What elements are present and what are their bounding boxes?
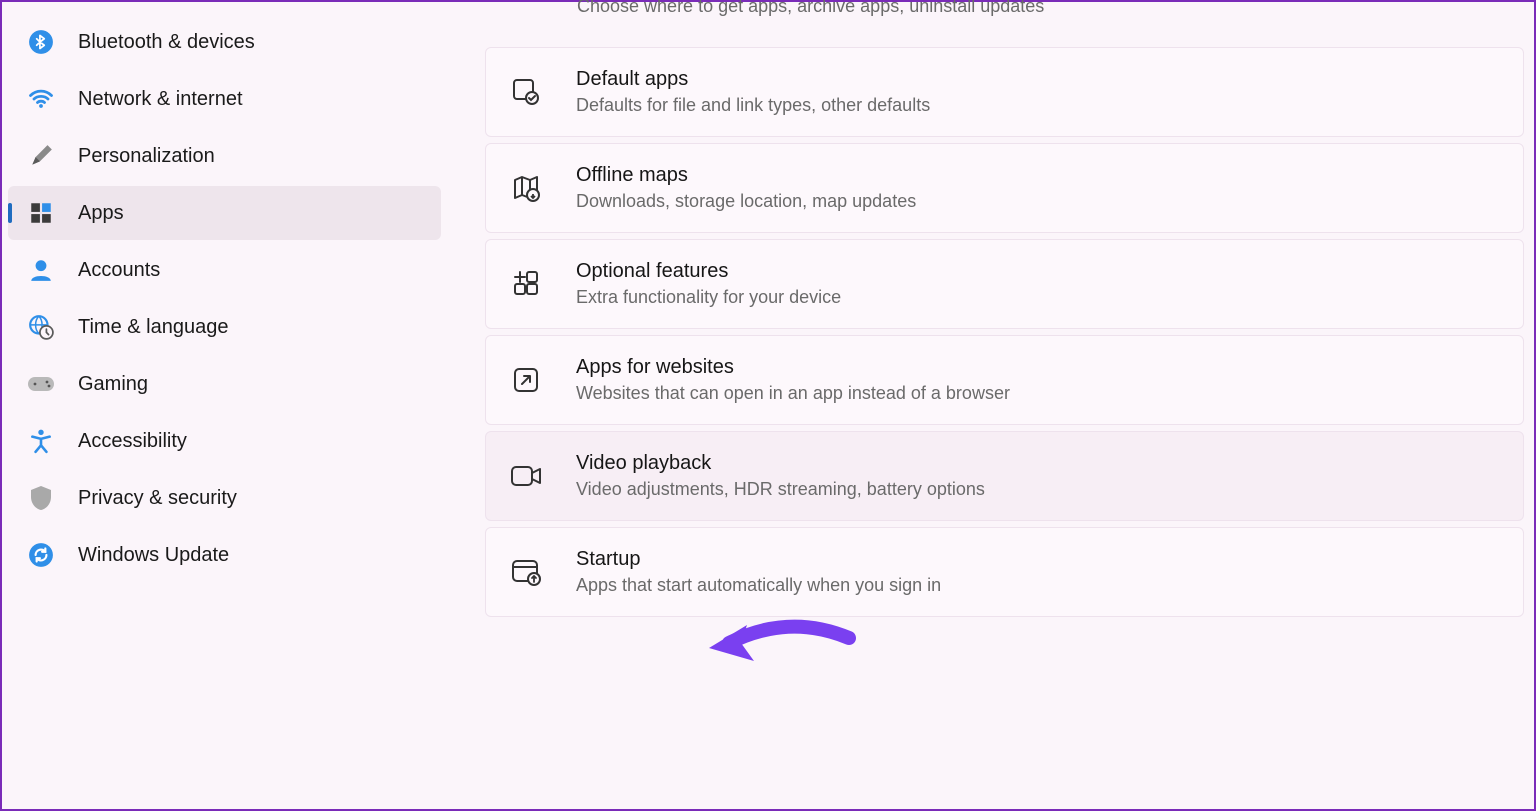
- sidebar-item-label: Network & internet: [78, 88, 243, 111]
- card-description: Apps that start automatically when you s…: [576, 575, 1499, 596]
- bluetooth-icon: [26, 27, 56, 57]
- card-optional-features[interactable]: Optional features Extra functionality fo…: [485, 239, 1524, 329]
- shield-icon: [26, 483, 56, 513]
- card-offline-maps[interactable]: Offline maps Downloads, storage location…: [485, 143, 1524, 233]
- card-startup[interactable]: Startup Apps that start automatically wh…: [485, 527, 1524, 617]
- website-app-icon: [510, 364, 542, 396]
- card-title: Optional features: [576, 260, 1499, 283]
- sidebar-item-label: Accessibility: [78, 430, 187, 453]
- sidebar-item-time-language[interactable]: Time & language: [8, 300, 441, 354]
- settings-main-content: Choose where to get apps, archive apps, …: [447, 2, 1534, 809]
- sidebar-item-apps[interactable]: Apps: [8, 186, 441, 240]
- sidebar-item-label: Bluetooth & devices: [78, 31, 255, 54]
- sidebar-item-label: Gaming: [78, 373, 148, 396]
- card-description: Extra functionality for your device: [576, 287, 1499, 308]
- accessibility-icon: [26, 426, 56, 456]
- wifi-icon: [26, 84, 56, 114]
- person-icon: [26, 255, 56, 285]
- sidebar-item-privacy[interactable]: Privacy & security: [8, 471, 441, 525]
- sidebar-item-label: Personalization: [78, 145, 215, 168]
- features-icon: [510, 268, 542, 300]
- card-video-playback[interactable]: Video playback Video adjustments, HDR st…: [485, 431, 1524, 521]
- card-title: Video playback: [576, 452, 1499, 475]
- sidebar-item-accounts[interactable]: Accounts: [8, 243, 441, 297]
- apps-icon: [26, 198, 56, 228]
- card-description-partial: Choose where to get apps, archive apps, …: [485, 0, 1524, 25]
- card-description: Websites that can open in an app instead…: [576, 383, 1499, 404]
- sidebar-item-label: Windows Update: [78, 544, 229, 567]
- card-description: Defaults for file and link types, other …: [576, 95, 1499, 116]
- startup-icon: [510, 556, 542, 588]
- gamepad-icon: [26, 369, 56, 399]
- sidebar-item-bluetooth[interactable]: Bluetooth & devices: [8, 15, 441, 69]
- sync-icon: [26, 540, 56, 570]
- sidebar-item-label: Apps: [78, 202, 124, 225]
- brush-icon: [26, 141, 56, 171]
- card-title: Startup: [576, 548, 1499, 571]
- sidebar-item-accessibility[interactable]: Accessibility: [8, 414, 441, 468]
- card-description: Video adjustments, HDR streaming, batter…: [576, 479, 1499, 500]
- sidebar-item-network[interactable]: Network & internet: [8, 72, 441, 126]
- sidebar-item-gaming[interactable]: Gaming: [8, 357, 441, 411]
- sidebar-item-label: Accounts: [78, 259, 160, 282]
- card-title: Offline maps: [576, 164, 1499, 187]
- card-title: Default apps: [576, 68, 1499, 91]
- settings-sidebar: Bluetooth & devices Network & internet P…: [2, 2, 447, 809]
- card-default-apps[interactable]: Default apps Defaults for file and link …: [485, 47, 1524, 137]
- map-icon: [510, 172, 542, 204]
- card-title: Apps for websites: [576, 356, 1499, 379]
- video-icon: [510, 460, 542, 492]
- card-description: Downloads, storage location, map updates: [576, 191, 1499, 212]
- default-apps-icon: [510, 76, 542, 108]
- sidebar-item-personalization[interactable]: Personalization: [8, 129, 441, 183]
- sidebar-item-windows-update[interactable]: Windows Update: [8, 528, 441, 582]
- sidebar-item-label: Time & language: [78, 316, 228, 339]
- sidebar-item-label: Privacy & security: [78, 487, 237, 510]
- card-apps-for-websites[interactable]: Apps for websites Websites that can open…: [485, 335, 1524, 425]
- globe-clock-icon: [26, 312, 56, 342]
